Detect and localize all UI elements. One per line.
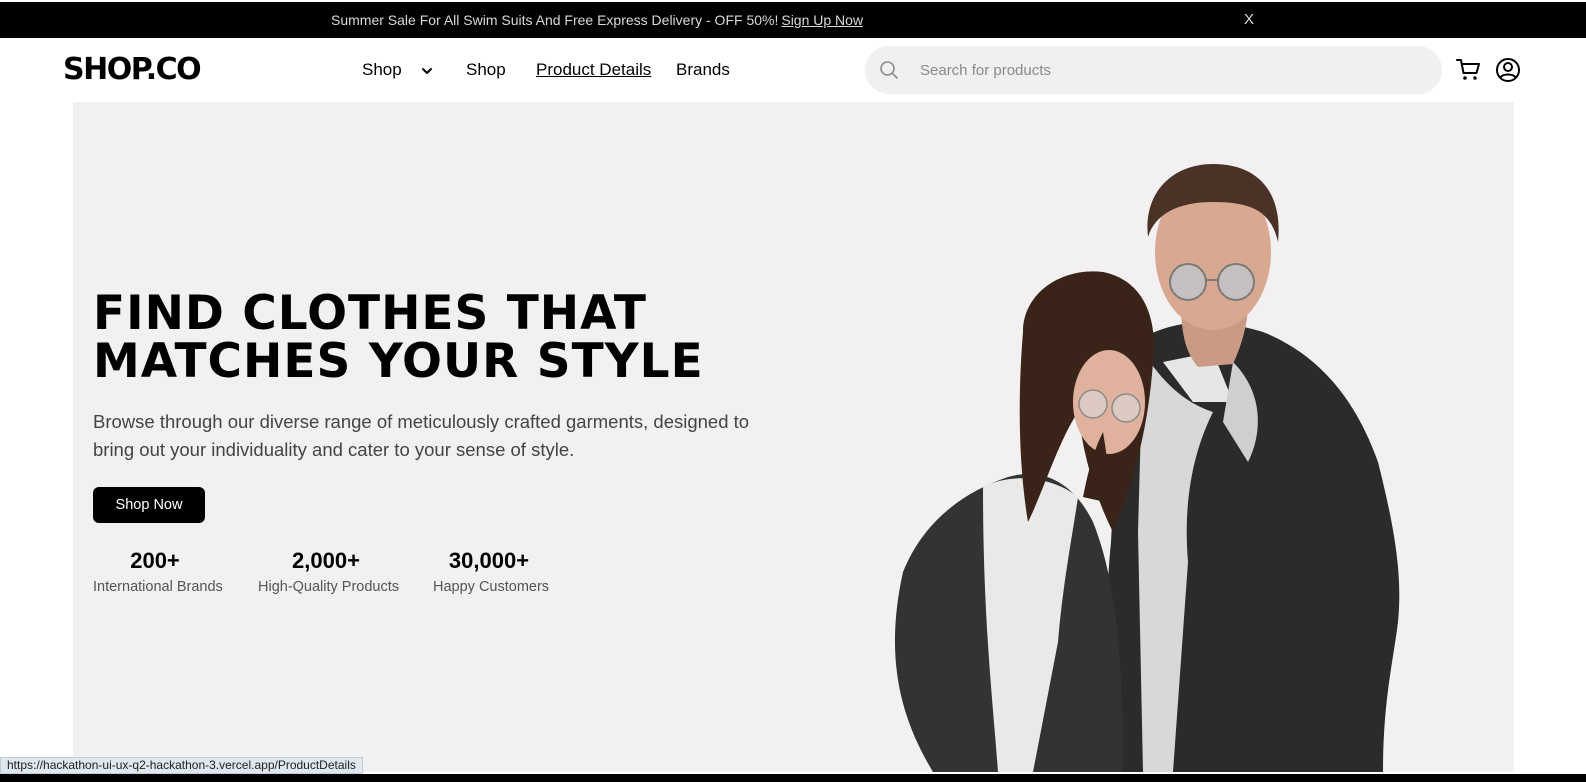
- nav-brands[interactable]: Brands: [676, 60, 730, 80]
- stat-customers: 30,000+ Happy Customers: [433, 548, 550, 595]
- stat-label: International Brands: [93, 579, 223, 595]
- stat-label: Happy Customers: [433, 579, 550, 595]
- stat-value: 200+: [130, 548, 180, 573]
- hero-title-line-2: MATCHES YOUR STYLE: [93, 334, 704, 389]
- bottom-edge: [0, 774, 1586, 782]
- stat-brands: 200+ International Brands: [93, 548, 223, 595]
- chevron-down-icon[interactable]: [421, 65, 433, 77]
- close-announcement-button[interactable]: X: [1244, 11, 1254, 28]
- cart-icon[interactable]: [1455, 56, 1483, 84]
- hero-section: FIND CLOTHES THAT MATCHES YOUR STYLE Bro…: [73, 102, 1514, 772]
- hero-couple-image: [894, 164, 1400, 772]
- nav-product-details[interactable]: Product Details: [536, 60, 651, 80]
- hero-title: FIND CLOTHES THAT MATCHES YOUR STYLE: [93, 290, 813, 386]
- sign-up-link[interactable]: Sign Up Now: [781, 12, 863, 28]
- nav-shop[interactable]: Shop: [466, 60, 506, 80]
- stat-products: 2,000+ High-Quality Products: [258, 548, 400, 595]
- browser-status-url: https://hackathon-ui-ux-q2-hackathon-3.v…: [0, 757, 363, 774]
- stat-value: 2,000+: [292, 548, 360, 573]
- nav-shop-dropdown[interactable]: Shop: [362, 60, 402, 80]
- shop-now-button[interactable]: Shop Now: [93, 487, 205, 523]
- user-account-icon[interactable]: [1494, 56, 1522, 84]
- announcement-bar: Summer Sale For All Swim Suits And Free …: [0, 2, 1586, 38]
- search-bar: [865, 46, 1442, 94]
- search-icon: [880, 61, 898, 79]
- search-input[interactable]: [920, 46, 1420, 94]
- site-logo[interactable]: SHOP.CO: [63, 52, 202, 87]
- hero-title-line-1: FIND CLOTHES THAT: [93, 286, 647, 341]
- stat-label: High-Quality Products: [258, 579, 400, 595]
- site-header: SHOP.CO Shop Shop Product Details Brands: [0, 38, 1586, 102]
- announcement-text-wrapper: Summer Sale For All Swim Suits And Free …: [331, 12, 863, 28]
- stat-value: 30,000+: [448, 548, 530, 573]
- hero-description: Browse through our diverse range of meti…: [93, 411, 750, 460]
- announcement-text: Summer Sale For All Swim Suits And Free …: [331, 12, 779, 28]
